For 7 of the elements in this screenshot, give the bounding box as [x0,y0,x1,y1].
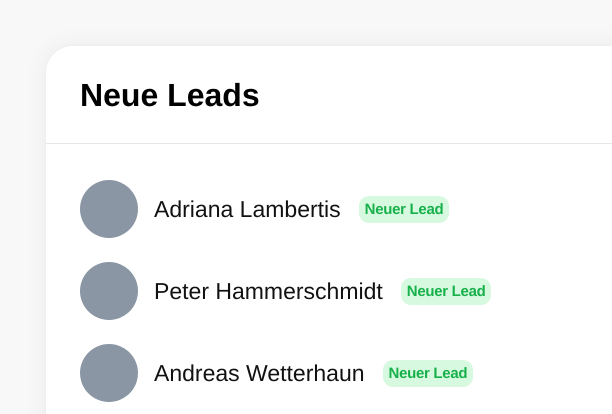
status-badge: Neuer Lead [358,196,450,222]
lead-name: Adriana Lambertis [154,194,341,224]
lead-name: Peter Hammerschmidt [154,276,383,306]
status-badge: Neuer Lead [400,278,492,304]
lead-name: Andreas Wetterhaun [154,358,365,388]
status-badge: Neuer Lead [382,360,474,386]
card-title: Neue Leads [80,78,260,110]
